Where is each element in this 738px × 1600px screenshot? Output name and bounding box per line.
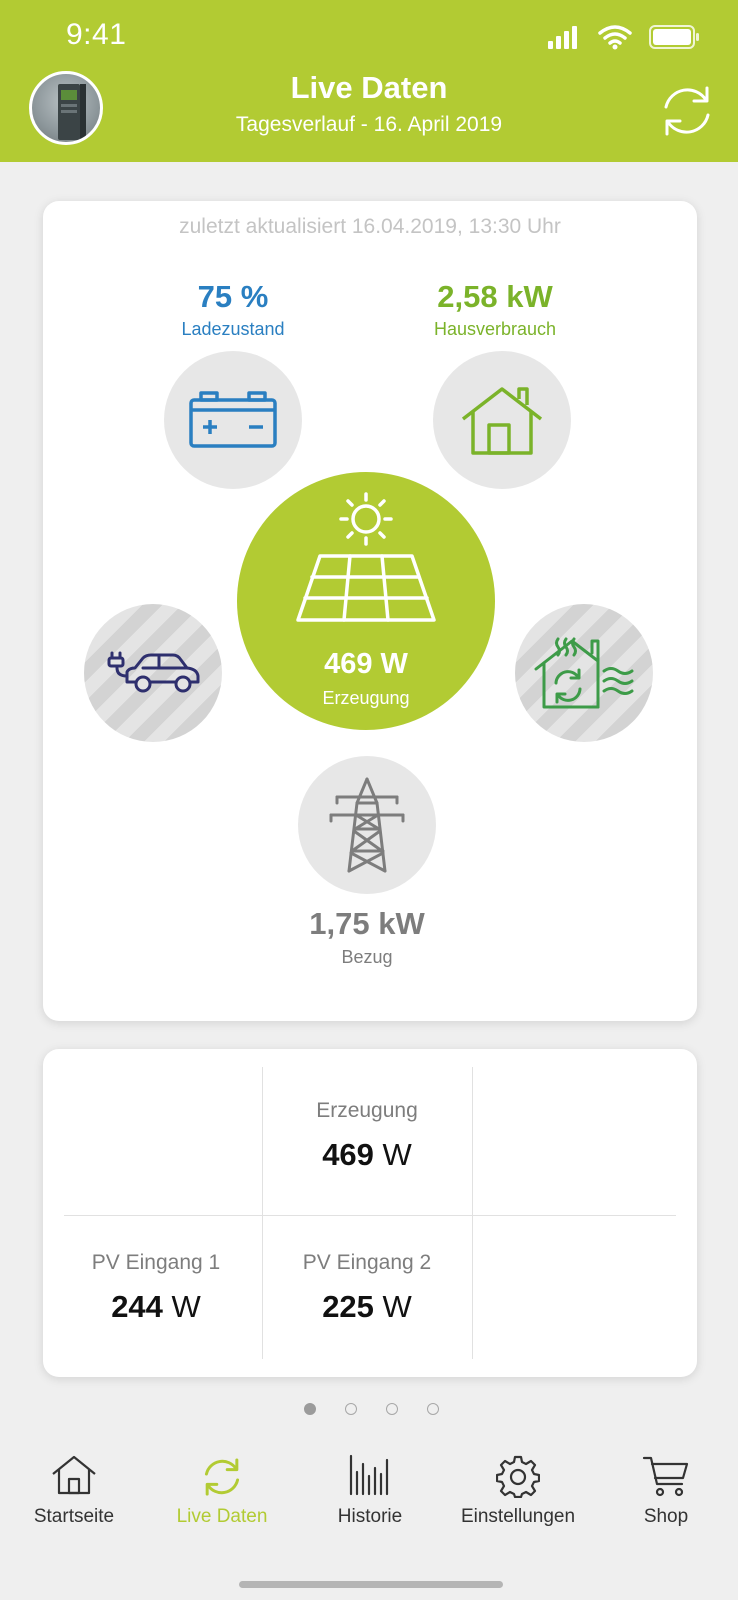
heat-pump-icon bbox=[534, 637, 634, 709]
page-title: Live Daten bbox=[290, 70, 448, 105]
house-consumption-value: 2,58 kW bbox=[437, 279, 553, 314]
production-stats-card: Erzeugung 469 W PV Eingang 1 244 W PV Ei… bbox=[43, 1049, 697, 1377]
electric-car-icon bbox=[107, 651, 200, 693]
tab-startseite[interactable]: Startseite bbox=[0, 1438, 148, 1548]
history-bars-icon bbox=[349, 1454, 389, 1496]
tab-label: Live Daten bbox=[176, 1506, 268, 1527]
tab-label: Startseite bbox=[33, 1506, 115, 1527]
pv-input-1-value: 244 W bbox=[51, 1289, 261, 1325]
page-dot[interactable] bbox=[345, 1403, 357, 1415]
pv-input-1-number: 244 bbox=[111, 1289, 163, 1324]
grid-import-value: 1,75 kW bbox=[309, 906, 425, 941]
tab-shop[interactable]: Shop bbox=[592, 1438, 738, 1548]
ev-charger-node[interactable] bbox=[84, 604, 222, 742]
status-time: 9:41 bbox=[66, 18, 127, 51]
last-updated-text: zuletzt aktualisiert 16.04.2019, 13:30 U… bbox=[179, 215, 561, 238]
cart-icon bbox=[642, 1456, 689, 1497]
tab-bar: Startseite Live Daten Historie Einstellu… bbox=[0, 1438, 738, 1600]
house-node[interactable] bbox=[433, 351, 571, 489]
production-value: 469 W bbox=[262, 1137, 472, 1173]
battery-node[interactable] bbox=[164, 351, 302, 489]
tab-historie[interactable]: Historie bbox=[296, 1438, 444, 1548]
page-dot[interactable] bbox=[427, 1403, 439, 1415]
solar-production-node[interactable]: 469 W Erzeugung bbox=[237, 472, 495, 730]
grid-import-label: Bezug bbox=[341, 947, 393, 967]
page-dot[interactable] bbox=[304, 1403, 316, 1415]
production-number: 469 bbox=[322, 1137, 374, 1172]
status-icons bbox=[548, 25, 699, 50]
battery-charge-value: 75 % bbox=[197, 279, 269, 314]
house-consumption-label: Hausverbrauch bbox=[433, 319, 557, 339]
battery-icon bbox=[189, 391, 277, 448]
house-icon bbox=[461, 387, 543, 455]
tab-einstellungen[interactable]: Einstellungen bbox=[444, 1438, 592, 1548]
power-pylon-icon bbox=[329, 777, 405, 873]
pv-input-2-label: PV Eingang 2 bbox=[302, 1251, 432, 1274]
tab-label: Einstellungen bbox=[460, 1506, 576, 1527]
tab-live-daten[interactable]: Live Daten bbox=[148, 1438, 296, 1548]
production-label: Erzeugung bbox=[316, 1099, 418, 1122]
gear-icon bbox=[496, 1455, 540, 1498]
pv-input-2-number: 225 bbox=[322, 1289, 374, 1324]
grid-divider bbox=[472, 1067, 473, 1359]
live-data-screen: 9:41 Live Daten Tagesverlauf - 16. April… bbox=[0, 0, 738, 1600]
refresh-icon[interactable] bbox=[656, 80, 718, 142]
refresh-icon bbox=[204, 1458, 240, 1496]
home-icon bbox=[52, 1455, 96, 1495]
page-subtitle: Tagesverlauf - 16. April 2019 bbox=[235, 113, 503, 136]
tab-label: Historie bbox=[337, 1506, 403, 1527]
pv-input-2-unit: W bbox=[373, 1289, 412, 1324]
home-indicator[interactable] bbox=[239, 1581, 503, 1588]
grid-divider bbox=[64, 1215, 676, 1216]
pv-input-1-unit: W bbox=[162, 1289, 201, 1324]
battery-status-icon bbox=[649, 25, 699, 49]
pv-input-2-value: 225 W bbox=[262, 1289, 472, 1325]
battery-charge-label: Ladezustand bbox=[181, 319, 285, 339]
tab-label: Shop bbox=[643, 1506, 689, 1527]
page-indicator bbox=[0, 1400, 738, 1418]
page-dot[interactable] bbox=[386, 1403, 398, 1415]
solar-panel-icon bbox=[296, 492, 436, 622]
pv-input-1-label: PV Eingang 1 bbox=[91, 1251, 221, 1274]
heat-pump-node[interactable] bbox=[515, 604, 653, 742]
production-unit: W bbox=[373, 1137, 412, 1172]
solar-production-label: Erzeugung bbox=[322, 688, 410, 708]
wifi-icon bbox=[598, 25, 632, 45]
app-header: 9:41 Live Daten Tagesverlauf - 16. April… bbox=[0, 0, 738, 162]
live-energy-card: zuletzt aktualisiert 16.04.2019, 13:30 U… bbox=[43, 201, 697, 1021]
cellular-signal-icon bbox=[548, 26, 577, 49]
grid-node[interactable] bbox=[298, 756, 436, 894]
solar-production-value: 469 W bbox=[324, 648, 408, 680]
